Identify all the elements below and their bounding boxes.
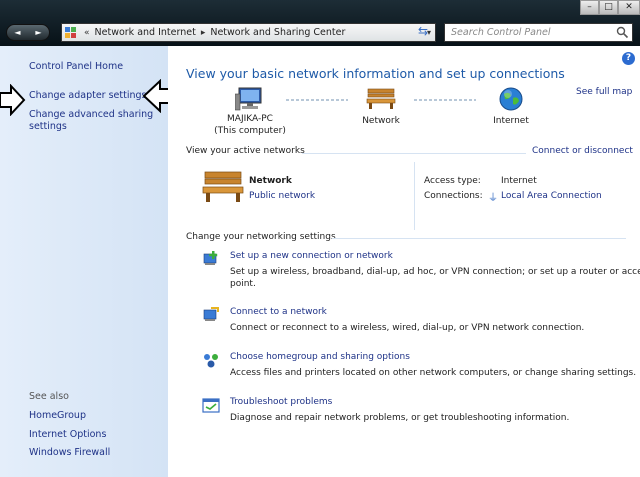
- active-networks-header: View your active networks: [186, 146, 305, 156]
- help-icon[interactable]: ?: [622, 52, 635, 65]
- task-title-connect-network[interactable]: Connect to a network: [230, 307, 327, 317]
- breadcrumb-network-and-internet[interactable]: Network and Internet: [95, 27, 196, 38]
- bench-network-icon: [366, 88, 396, 109]
- address-overflow[interactable]: «: [84, 28, 90, 38]
- change-adapter-settings-link[interactable]: Change adapter settings: [29, 90, 146, 101]
- homegroup-icon: [204, 354, 218, 368]
- search-input[interactable]: Search Control Panel: [451, 27, 551, 38]
- windows-firewall-link[interactable]: Windows Firewall: [29, 447, 110, 458]
- globe-icon: [499, 87, 523, 111]
- divider: [302, 153, 526, 154]
- map-link-line: [286, 99, 348, 101]
- internet-label: Internet: [493, 116, 529, 126]
- right-arrow-annotation-icon: [0, 84, 26, 116]
- divider: [332, 238, 626, 239]
- task-desc-troubleshoot: Diagnose and repair network problems, or…: [230, 413, 570, 423]
- nav-buttons: ◄ ►: [6, 24, 50, 41]
- address-dropdown[interactable]: ▾: [427, 28, 435, 37]
- active-network-name: Network: [249, 176, 292, 186]
- public-network-link[interactable]: Public network: [249, 191, 315, 201]
- connect-or-disconnect-link[interactable]: Connect or disconnect: [532, 146, 633, 156]
- window-controls: – □ ✕: [580, 0, 640, 17]
- control-panel-home-link[interactable]: Control Panel Home: [29, 61, 123, 72]
- control-panel-icon: [65, 26, 79, 39]
- ethernet-icon: ⏚: [488, 193, 498, 204]
- map-link-line: [414, 99, 476, 101]
- task-title-troubleshoot[interactable]: Troubleshoot problems: [230, 397, 332, 407]
- address-bar[interactable]: « Network and Internet ▸ Network and Sha…: [61, 23, 436, 42]
- task-pane: Control Panel Home Change adapter settin…: [0, 46, 177, 477]
- see-also-label: See also: [29, 391, 69, 402]
- computer-icon: [235, 87, 262, 111]
- close-button[interactable]: ✕: [618, 0, 640, 15]
- computer-name: MAJIKA-PC: [227, 114, 273, 124]
- see-full-map-link[interactable]: See full map: [576, 87, 632, 97]
- breadcrumb-separator[interactable]: ▸: [201, 28, 206, 38]
- change-advanced-sharing-link-cont[interactable]: settings: [29, 121, 67, 132]
- task-desc-new-connection-cont: point.: [230, 279, 256, 289]
- local-area-connection-link[interactable]: Local Area Connection: [501, 191, 602, 201]
- search-box[interactable]: Search Control Panel: [444, 23, 633, 42]
- task-title-homegroup[interactable]: Choose homegroup and sharing options: [230, 352, 410, 362]
- change-settings-header: Change your networking settings: [186, 232, 336, 242]
- access-type-label: Access type:: [424, 176, 481, 186]
- refresh-icon[interactable]: ⇆: [418, 24, 428, 38]
- title-bar: – □ ✕ ◄ ► « Network and Internet ▸ Netwo…: [0, 0, 640, 46]
- divider: [414, 162, 415, 230]
- troubleshoot-icon: [202, 398, 220, 413]
- task-title-new-connection[interactable]: Set up a new connection or network: [230, 251, 393, 261]
- page-title: View your basic network information and …: [186, 66, 565, 81]
- new-connection-icon: [203, 251, 218, 265]
- forward-button[interactable]: ►: [28, 25, 49, 40]
- task-desc-connect-network: Connect or reconnect to a wireless, wire…: [230, 323, 585, 333]
- connect-network-icon: [203, 307, 219, 321]
- back-button[interactable]: ◄: [7, 25, 28, 40]
- homegroup-link[interactable]: HomeGroup: [29, 410, 86, 421]
- change-advanced-sharing-link[interactable]: Change advanced sharing: [29, 109, 153, 120]
- minimize-button[interactable]: –: [580, 0, 599, 15]
- bench-network-icon: [202, 171, 244, 202]
- computer-sub-label: (This computer): [214, 126, 286, 136]
- network-label: Network: [362, 116, 400, 126]
- internet-options-link[interactable]: Internet Options: [29, 429, 106, 440]
- access-type-value: Internet: [501, 176, 537, 186]
- main-content: ? View your basic network information an…: [168, 46, 640, 477]
- search-icon[interactable]: [616, 26, 629, 39]
- breadcrumb-network-and-sharing-center[interactable]: Network and Sharing Center: [210, 27, 345, 38]
- task-desc-homegroup: Access files and printers located on oth…: [230, 368, 637, 378]
- maximize-button[interactable]: □: [599, 0, 618, 15]
- connections-label: Connections:: [424, 191, 483, 201]
- task-desc-new-connection: Set up a wireless, broadband, dial-up, a…: [230, 267, 640, 277]
